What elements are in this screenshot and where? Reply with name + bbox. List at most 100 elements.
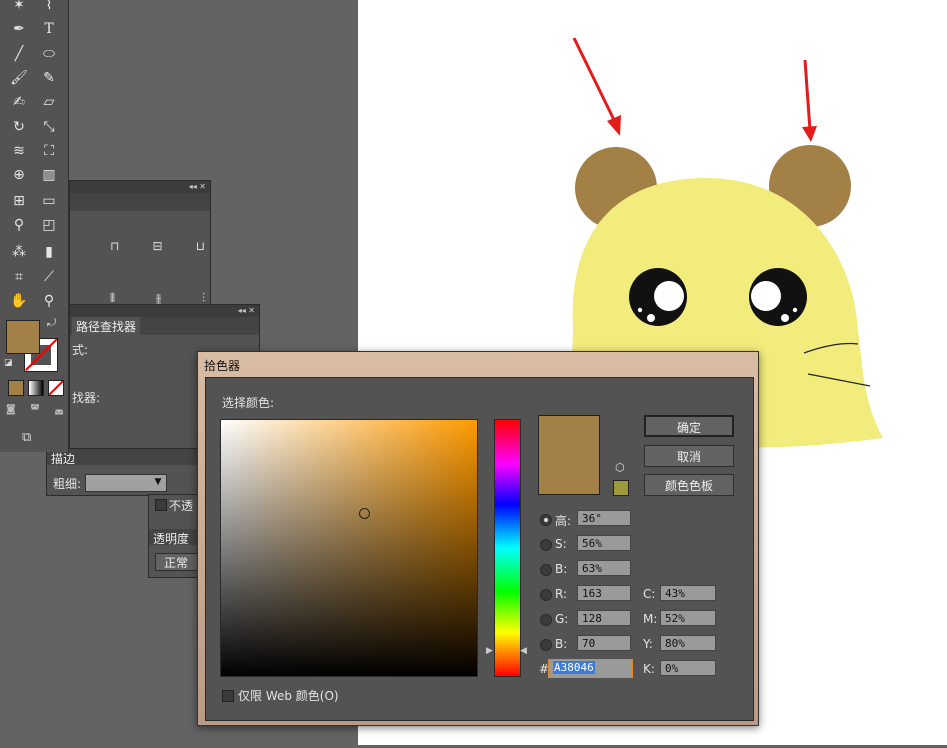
color-preview [538,415,600,495]
default-colors-icon[interactable]: ◪ [4,358,14,368]
magic-wand-icon[interactable]: ✶ [6,0,32,16]
web-only-checkbox[interactable] [222,690,234,702]
line-icon[interactable]: ╱ [6,43,32,65]
column-graph-icon[interactable]: ▮ [36,241,62,263]
brightness-field[interactable]: 63% [577,560,631,576]
symbol-sprayer-icon[interactable]: ⁂ [6,241,32,263]
blend-mode-select[interactable]: 正常 [155,553,199,571]
distribute-left-icon[interactable]: ⫴ [110,291,115,305]
blob-brush-icon[interactable]: ✍ [6,91,32,113]
color-swatches-button[interactable]: 颜色色板 [644,474,734,496]
blue-radio[interactable] [540,639,552,651]
tab-stroke[interactable]: 描边 [51,450,75,467]
draw-behind-icon[interactable]: ◚ [30,404,40,418]
graph-icon[interactable]: ▥ [36,164,62,186]
transparency-panel: 不透 透明度 正常 [148,494,200,578]
shape-builder-icon[interactable]: ⊕ [6,164,32,186]
type-icon[interactable]: T [36,18,62,40]
align-panel: ◂◂ ✕ ⊓ ⊟ ⊔ ⫴ ⫵ ⫶ [69,180,211,307]
gradient-mode-icon[interactable] [28,380,44,396]
ok-button[interactable]: 确定 [644,415,734,437]
shape-modes-label: 式: [72,343,89,357]
toolbox: ✶ ⌇ ✒ T ╱ ⬭ 🖌 ✎ ✍ ▱ ↻ ⤡ ≋ ⛶ ⊕ ▥ ⊞ ▭ ⚲ ◰ … [0,0,69,452]
stroke-panel: 描边 粗细: ▼ [46,448,200,496]
zoom-icon[interactable]: ⚲ [36,290,62,312]
eyedropper-icon[interactable]: ⚲ [6,214,32,236]
scale-icon[interactable]: ⤡ [36,116,62,138]
fill-swatch[interactable] [6,320,40,354]
blue-field[interactable]: 70 [577,635,631,651]
saturation-field[interactable]: 56% [577,535,631,551]
distribute-right-icon[interactable]: ⫶ [202,291,205,305]
saturation-radio[interactable] [540,539,552,551]
distribute-buttons: ⫴ ⫵ ⫶ [110,291,205,305]
screen-mode-icon[interactable]: ⧉ [22,430,31,445]
artboard-icon[interactable]: ⌗ [6,266,32,288]
align-vcenter-icon[interactable]: ⊟ [152,239,162,253]
draw-inside-icon[interactable]: ◛ [54,404,64,418]
blend-icon[interactable]: ◰ [36,214,62,236]
arrow-left-ear [572,37,621,136]
tab-pathfinder[interactable]: 路径查找器 [72,317,141,336]
red-radio[interactable] [540,589,552,601]
free-transform-icon[interactable]: ⛶ [36,140,62,162]
weight-dropdown-icon[interactable]: ▼ [151,474,165,490]
align-panel-tabrow [70,193,210,211]
rotate-icon[interactable]: ↻ [6,116,32,138]
pencil-icon[interactable]: ✎ [36,67,62,89]
eraser-icon[interactable]: ▱ [36,91,62,113]
color-field-cursor[interactable] [359,508,370,519]
pathfinder-panel-bar: ◂◂ ✕ [70,305,259,317]
gradient-icon[interactable]: ▭ [36,190,62,212]
arrow-right-ear [802,59,817,142]
hue-slider-left-arrow-icon[interactable]: ▶ [486,646,493,656]
brightness-radio[interactable] [540,564,552,576]
green-radio[interactable] [540,614,552,626]
align-buttons: ⊓ ⊟ ⊔ [110,239,205,253]
yellow-field[interactable]: 80% [660,635,716,651]
mesh-icon[interactable]: ⊞ [6,190,32,212]
black-field[interactable]: 0% [660,660,716,676]
distribute-center-icon[interactable]: ⫵ [156,291,162,305]
green-label: G: [555,612,569,626]
color-mode-icon[interactable] [8,380,24,396]
draw-modes: ◙ ◚ ◛ [6,404,64,418]
opacity-label: 不透 [169,499,194,513]
pathfinders-label: 找器: [72,391,101,405]
pen-icon[interactable]: ✒ [6,18,32,40]
hue-slider-right-arrow-icon[interactable]: ◀ [520,646,527,656]
black-label: K: [643,662,655,676]
warp-icon[interactable]: ≋ [6,140,32,162]
magenta-field[interactable]: 52% [660,610,716,626]
cyan-field[interactable]: 43% [660,585,716,601]
gamut-warning-icon[interactable]: ⬡ [615,461,625,474]
ellipse-icon[interactable]: ⬭ [36,43,62,65]
opacity-checkbox[interactable] [155,499,167,511]
brush-icon[interactable]: 🖌 [6,67,32,89]
hue-slider[interactable] [494,419,521,677]
swap-icon[interactable]: ⤾ [47,316,56,330]
right-eye [749,268,807,326]
hex-value: A38046 [553,661,595,674]
lasso-icon[interactable]: ⌇ [36,0,62,16]
hex-field[interactable]: A38046 [548,659,633,678]
slice-icon[interactable]: ⟋ [36,266,62,288]
hand-icon[interactable]: ✋ [6,290,32,312]
align-panel-bar: ◂◂ ✕ [70,181,210,193]
cancel-button[interactable]: 取消 [644,445,734,467]
none-mode-icon[interactable] [48,380,64,396]
draw-normal-icon[interactable]: ◙ [6,404,16,418]
red-field[interactable]: 163 [577,585,631,601]
hue-radio[interactable] [540,514,552,526]
green-field[interactable]: 128 [577,610,631,626]
align-top-icon[interactable]: ⊓ [110,239,119,253]
align-bottom-icon[interactable]: ⊔ [196,239,205,253]
select-color-label: 选择颜色: [222,396,275,410]
pathfinder-tabrow: 路径查找器 [70,317,259,336]
left-eye [629,268,687,326]
hue-field[interactable]: 36° [577,510,631,526]
gamut-warning-swatch[interactable] [613,480,629,496]
tab-transparency[interactable]: 透明度 [153,530,189,547]
color-field[interactable] [220,419,478,677]
blue-label: B: [555,637,568,651]
